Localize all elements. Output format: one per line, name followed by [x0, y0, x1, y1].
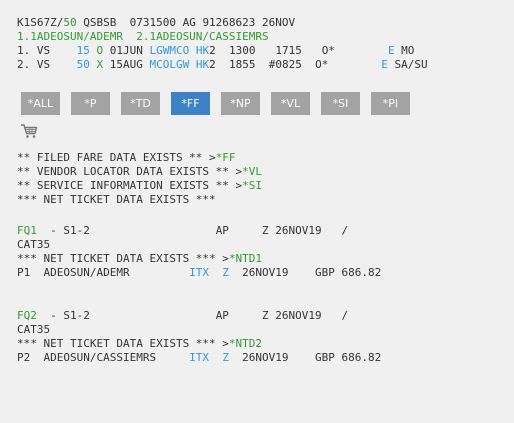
segment-status: HK [189, 58, 210, 71]
fare-z-flag: Z [222, 351, 229, 364]
segment-date: 15AUG [109, 58, 150, 71]
record-locator: K1S67Z/ [17, 16, 64, 29]
itx-code: ITX [189, 351, 210, 364]
fare-quote-1-ntd: *** NET TICKET DATA EXISTS *** >*NTD1 [17, 252, 263, 265]
filter-pi-button[interactable]: *PI [371, 92, 410, 115]
notice-filed-fare: ** FILED FARE DATA EXISTS ** >*FF [17, 151, 236, 164]
segment-line-2[interactable]: 2. VS 50 X 15AUG MCOLGW HK2 1855 #0825 O… [17, 58, 428, 72]
filter-vl-button[interactable]: *VL [271, 92, 310, 115]
fare-quote-1-header: FQ1 - S1-2 AP Z 26NOV19 / [17, 224, 349, 237]
segment-route: LGWMCO [149, 44, 190, 57]
booking-class: X [89, 58, 110, 71]
fare-quote-2-ntd: *** NET TICKET DATA EXISTS *** >*NTD2 [17, 337, 263, 350]
passenger-names[interactable]: 1.1ADEOSUN/ADEMR 2.1ADEOSUN/CASSIEMRS [17, 30, 269, 44]
filter-ff-button[interactable]: *FF [171, 92, 210, 115]
pnr-header: K1S67Z/50 QSBSB 0731500 AG 91268623 26NO… [17, 16, 295, 30]
booking-class: O [89, 44, 110, 57]
filter-all-button[interactable]: *ALL [21, 92, 60, 115]
fq-link[interactable]: FQ2 [17, 309, 37, 322]
fare-quote-2-pax: P2 ADEOSUN/CASSIEMRS ITX Z 26NOV19 GBP 6… [17, 351, 382, 364]
segment-route: MCOLGW [149, 58, 190, 71]
filter-si-button[interactable]: *SI [321, 92, 360, 115]
si-link[interactable]: *SI [242, 179, 262, 192]
ff-link[interactable]: *FF [216, 151, 236, 164]
shopping-cart-icon[interactable] [20, 123, 38, 139]
ntd-link[interactable]: *NTD2 [229, 337, 262, 350]
eticket-flag: E [381, 58, 388, 71]
filter-p-button[interactable]: *P [71, 92, 110, 115]
fare-quote-2-header: FQ2 - S1-2 AP Z 26NOV19 / [17, 309, 349, 322]
notice-service-info: ** SERVICE INFORMATION EXISTS ** >*SI [17, 179, 263, 192]
fare-quote-1-pax: P1 ADEOSUN/ADEMR ITX Z 26NOV19 GBP 686.8… [17, 266, 382, 279]
itx-code: ITX [189, 266, 210, 279]
fare-z-flag: Z [222, 266, 229, 279]
ntd-link[interactable]: *NTD1 [229, 252, 262, 265]
notice-net-ticket: *** NET TICKET DATA EXISTS *** [17, 193, 216, 206]
eticket-flag: E [387, 44, 395, 57]
vl-link[interactable]: *VL [242, 165, 262, 178]
fare-quote-2-cat: CAT35 [17, 323, 51, 336]
segment-line-1[interactable]: 1. VS 15 O 01JUN LGWMCO HK2 1300 1715 O*… [17, 44, 414, 58]
segment-status: HK [189, 44, 210, 57]
office-number: 50 [63, 16, 77, 29]
fare-quote-1-cat: CAT35 [17, 238, 51, 251]
notice-vendor-locator: ** VENDOR LOCATOR DATA EXISTS ** >*VL [17, 165, 263, 178]
segment-date: 01JUN [109, 44, 150, 57]
fq-link[interactable]: FQ1 [17, 224, 37, 237]
filter-np-button[interactable]: *NP [221, 92, 260, 115]
header-rest: QSBSB 0731500 AG 91268623 26NOV [76, 16, 296, 29]
flight-number: 15 [63, 44, 90, 57]
filter-td-button[interactable]: *TD [121, 92, 160, 115]
flight-number: 50 [63, 58, 90, 71]
